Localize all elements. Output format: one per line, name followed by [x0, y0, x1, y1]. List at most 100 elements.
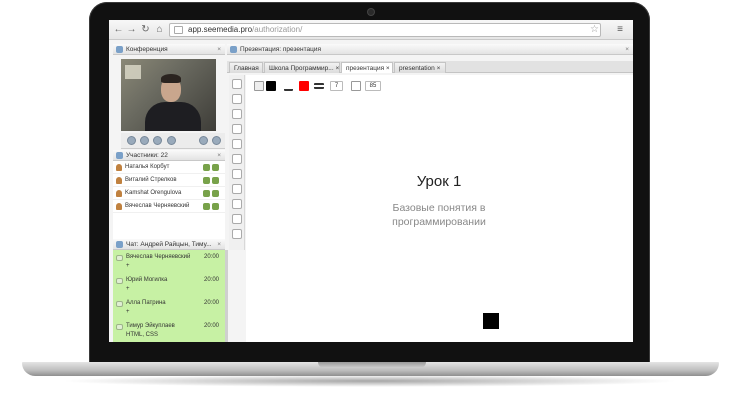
- home-icon[interactable]: ⌂: [154, 24, 165, 35]
- url-path: /authorization/: [252, 25, 303, 34]
- url-host: app.seemedia.pro: [188, 25, 253, 34]
- participant-row[interactable]: Kamshat Orengulova: [113, 187, 225, 200]
- participants-header: Участники: 22 ×: [113, 150, 225, 161]
- fill-bucket-icon[interactable]: [254, 81, 264, 91]
- text-icon[interactable]: [232, 124, 242, 134]
- video-window: [125, 65, 141, 79]
- presentation-tabs: Главная Школа Программир... × презентаци…: [227, 61, 633, 73]
- arrow-icon[interactable]: [232, 139, 242, 149]
- user-icon: [116, 177, 122, 184]
- tab-label: презентация: [346, 65, 385, 72]
- opacity-icon[interactable]: [351, 81, 361, 91]
- chat-scrollbar[interactable]: [225, 250, 228, 342]
- primary-color-swatch[interactable]: [299, 81, 309, 91]
- chat-messages[interactable]: Вячеслав Черняевский 20:00 + Юрий Могилк…: [113, 250, 225, 342]
- pen-icon[interactable]: [232, 94, 242, 104]
- tab-presentation[interactable]: presentation ×: [394, 62, 446, 73]
- tab-school[interactable]: Школа Программир... ×: [264, 62, 340, 73]
- forward-icon[interactable]: →: [126, 24, 137, 35]
- message-time: 20:00: [203, 254, 219, 260]
- rectangle-icon[interactable]: [232, 154, 242, 164]
- browser-menu-icon[interactable]: ≡: [617, 24, 623, 35]
- close-icon[interactable]: ×: [217, 44, 221, 54]
- line-width-field[interactable]: 7: [330, 81, 343, 91]
- message-time: 20:00: [203, 277, 219, 283]
- undo-icon[interactable]: [232, 214, 242, 224]
- slide-subtitle-line-2: программировании: [392, 216, 486, 228]
- participant-actions[interactable]: [201, 177, 219, 184]
- browser-toolbar: ← → ↻ ⌂ app.seemedia.pro/authorization/ …: [109, 20, 633, 40]
- participant-actions[interactable]: [201, 203, 219, 210]
- conference-icon: [116, 46, 123, 53]
- laptop-screen: ← → ↻ ⌂ app.seemedia.pro/authorization/ …: [109, 20, 633, 342]
- message-text: HTML, CSS: [126, 332, 159, 338]
- laptop-shadow: [60, 375, 680, 387]
- message-author: Алла Патрина: [126, 300, 166, 306]
- chat-message: Алла Патрина 20:00 +: [113, 296, 225, 319]
- tab-label: Школа Программир...: [269, 65, 334, 72]
- close-icon[interactable]: ×: [217, 150, 221, 160]
- chat-header: Чат: Андрей Райцын, Тиму... ×: [113, 239, 225, 250]
- webcam-dot: [368, 9, 374, 15]
- participant-actions[interactable]: [201, 164, 219, 171]
- secondary-color-swatch[interactable]: [266, 81, 276, 91]
- presentation-icon: [230, 46, 237, 53]
- message-icon: [116, 255, 123, 261]
- user-icon: [116, 164, 122, 171]
- camera-icon[interactable]: [140, 136, 149, 145]
- participant-name: Вячеслав Черняевский: [125, 203, 190, 209]
- fill-icon[interactable]: [232, 199, 242, 209]
- close-icon[interactable]: ×: [625, 44, 629, 54]
- participant-actions[interactable]: [201, 190, 219, 197]
- tab-main[interactable]: Главная: [229, 62, 263, 73]
- video-person-hair: [161, 74, 181, 83]
- message-author: Тимур Эйкуплаев: [126, 323, 175, 329]
- tab-label: Главная: [234, 65, 259, 72]
- message-text: +: [126, 309, 130, 315]
- message-time: 20:00: [203, 300, 219, 306]
- participant-row[interactable]: Вячеслав Черняевский: [113, 200, 225, 213]
- drawn-black-square: [483, 313, 499, 329]
- share-icon[interactable]: [199, 136, 208, 145]
- clear-icon[interactable]: [232, 229, 242, 239]
- size-field[interactable]: 85: [365, 81, 381, 91]
- participant-name: Наталья Корбут: [125, 164, 170, 170]
- line-style-icon[interactable]: [314, 83, 324, 89]
- address-bar[interactable]: app.seemedia.pro/authorization/: [169, 23, 601, 37]
- chat-icon: [116, 241, 123, 248]
- eraser-icon[interactable]: [232, 109, 242, 119]
- mic-icon[interactable]: [127, 136, 136, 145]
- slide-mask: [349, 230, 529, 242]
- back-icon[interactable]: ←: [113, 24, 124, 35]
- slide-subtitle-line-1: Базовые понятия в: [392, 202, 486, 214]
- reload-icon[interactable]: ↻: [140, 24, 151, 35]
- message-icon: [116, 301, 123, 307]
- participant-row[interactable]: Наталья Корбут: [113, 161, 225, 174]
- conference-panel-header: Конференция ×: [113, 44, 225, 55]
- laptop-scene: ← → ↻ ⌂ app.seemedia.pro/authorization/ …: [0, 0, 753, 401]
- participant-name: Виталий Стрелков: [125, 177, 177, 183]
- layout-icon[interactable]: [212, 136, 221, 145]
- participant-row[interactable]: Виталий Стрелков: [113, 174, 225, 187]
- settings-icon[interactable]: [167, 136, 176, 145]
- message-text: +: [126, 263, 130, 269]
- cursor-icon[interactable]: [232, 79, 242, 89]
- message-text: +: [126, 286, 130, 292]
- line-icon[interactable]: [232, 169, 242, 179]
- message-icon: [116, 278, 123, 284]
- page-icon: [174, 26, 183, 34]
- users-icon[interactable]: [153, 136, 162, 145]
- message-author: Вячеслав Черняевский: [126, 254, 191, 260]
- tab-prezentaciya[interactable]: презентация ×: [341, 62, 393, 73]
- conference-title: Конференция: [126, 46, 168, 53]
- slide-title: Урок 1: [416, 173, 462, 190]
- close-icon[interactable]: ×: [217, 239, 221, 249]
- circle-icon[interactable]: [232, 184, 242, 194]
- pencil-icon[interactable]: [284, 81, 293, 91]
- drawing-toolbar: 7 85: [248, 78, 388, 94]
- slide-subtitle: Базовые понятия в программировании: [354, 201, 524, 229]
- message-time: 20:00: [203, 323, 219, 329]
- tab-label: presentation: [399, 65, 435, 72]
- message-author: Юрий Могилка: [126, 277, 168, 283]
- bookmark-star-icon[interactable]: ☆: [590, 24, 599, 35]
